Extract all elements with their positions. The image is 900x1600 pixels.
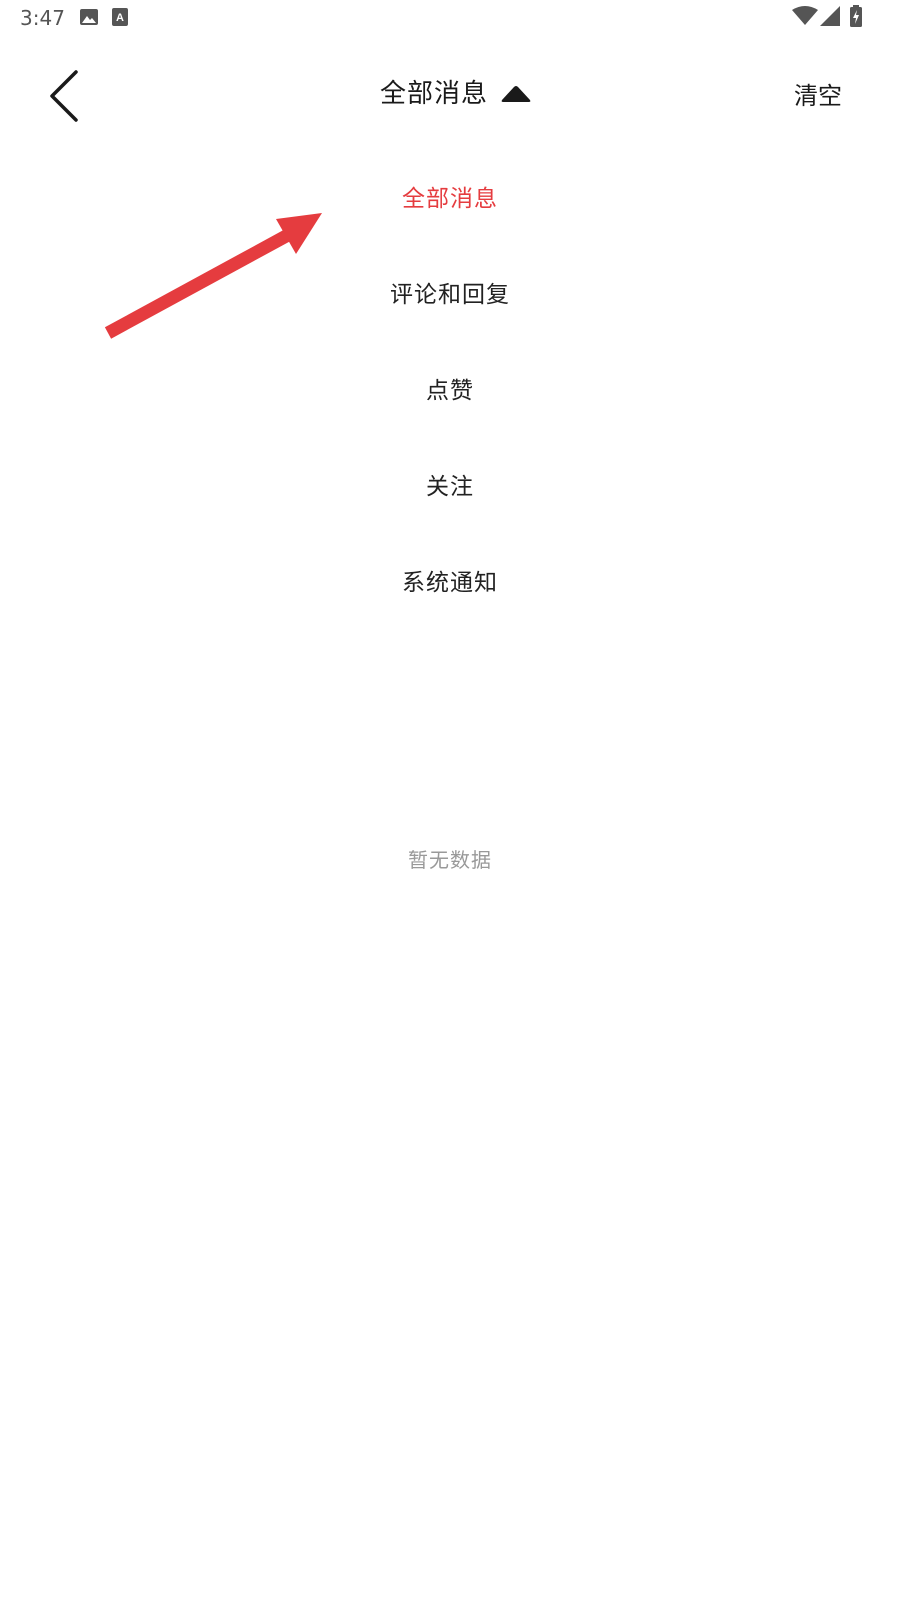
screen: 3:47 A 全部消息 清空 全部消息 评论和回复 点赞 关注 系统通知 暂无数… [0,0,900,1600]
filter-item-system-notifications[interactable]: 系统通知 [0,532,900,628]
wifi-icon [792,6,818,30]
nav-bar: 全部消息 清空 [0,56,900,140]
filter-item-likes[interactable]: 点赞 [0,340,900,436]
status-time: 3:47 [20,6,65,30]
caret-up-icon [501,86,531,102]
back-button[interactable] [40,66,90,126]
red-arrow-icon [104,213,322,339]
clear-button[interactable]: 清空 [794,76,842,116]
title-dropdown[interactable]: 全部消息 [380,72,532,116]
battery-icon [850,5,862,31]
signal-icon [820,6,840,30]
filter-item-follows[interactable]: 关注 [0,436,900,532]
svg-text:A: A [116,12,124,24]
empty-state-text: 暂无数据 [408,848,492,872]
status-bar: 3:47 A [0,0,900,36]
page-title: 全部消息 [380,79,489,109]
chevron-left-icon [50,70,78,122]
a-icon: A [112,8,128,30]
image-icon [80,8,98,30]
